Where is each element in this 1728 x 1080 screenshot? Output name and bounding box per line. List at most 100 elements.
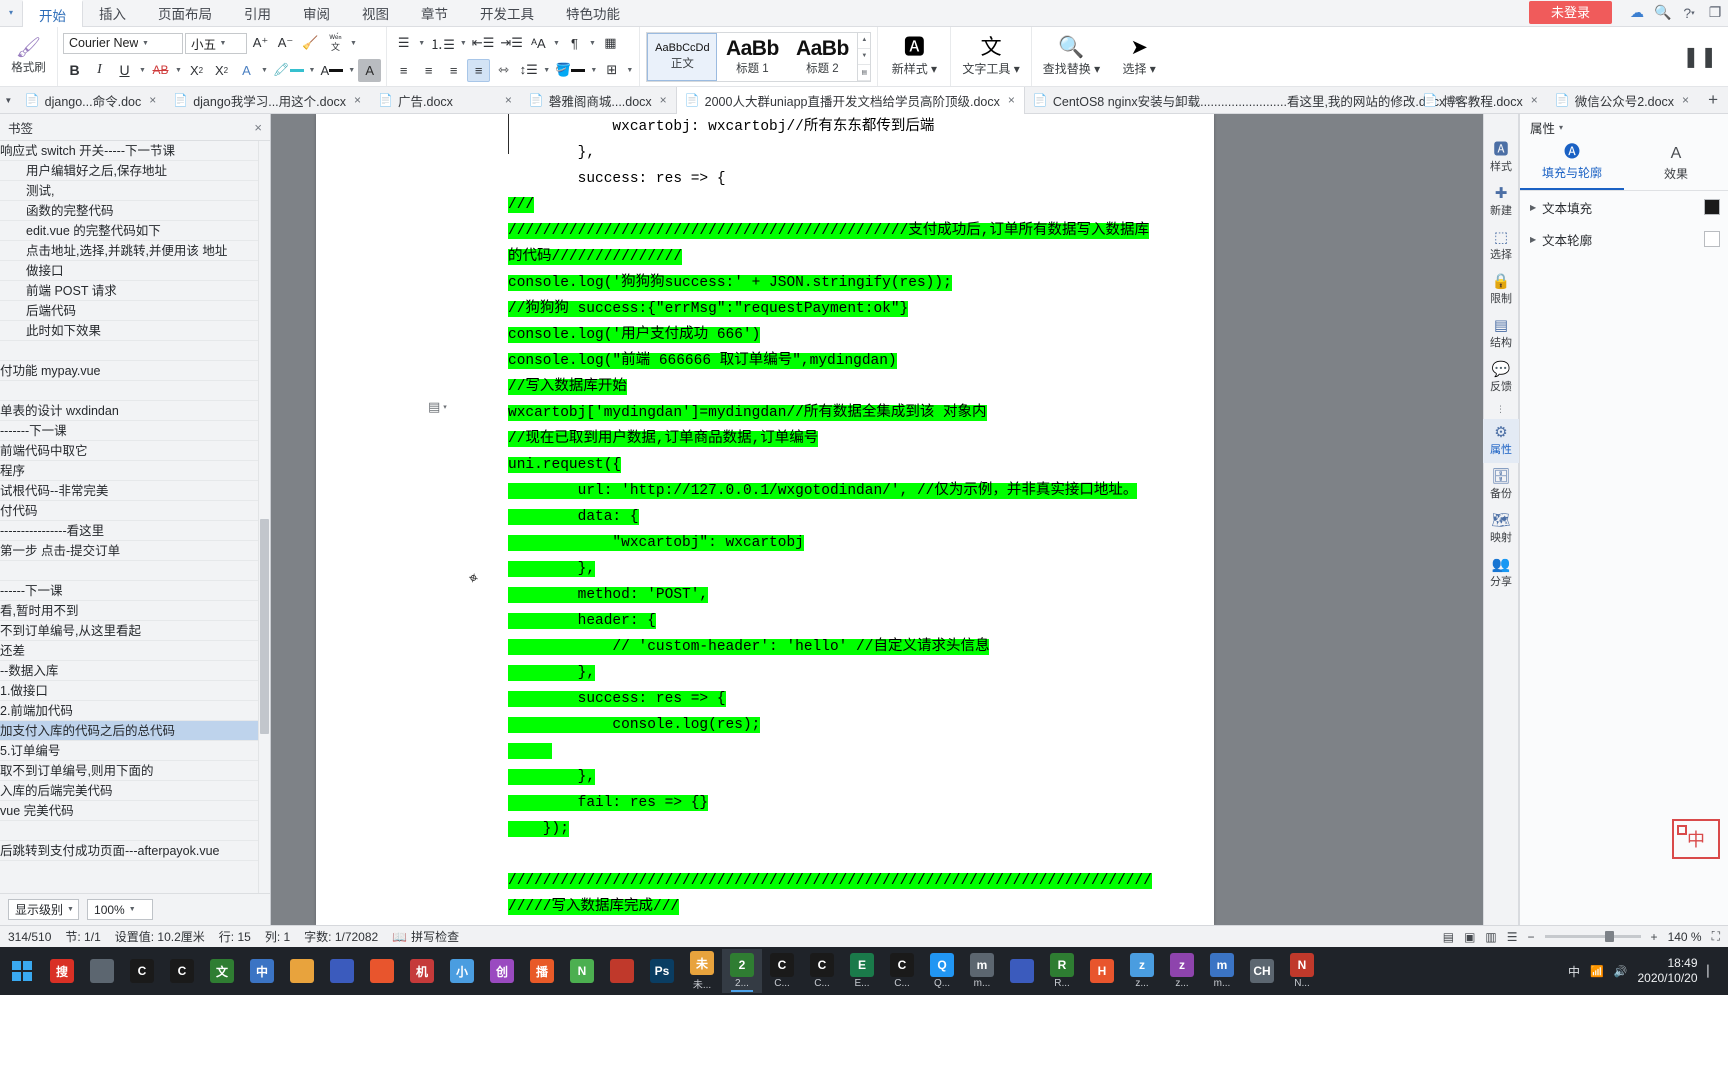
document-line[interactable] xyxy=(508,738,1228,764)
taskbar-button-ime-ch[interactable]: CH xyxy=(1242,949,1282,993)
document-line[interactable]: wxcartobj['mydingdan']=mydingdan//所有数据全集… xyxy=(508,400,1228,426)
gallery-scroll-down-icon[interactable]: ▼ xyxy=(858,49,871,65)
bookmark-item[interactable]: 入库的后端完美代码 xyxy=(0,781,270,801)
paragraph-handle[interactable]: ▤ ▾ xyxy=(428,399,447,415)
select-button[interactable]: ➤ 选择 ▾ xyxy=(1108,30,1170,84)
rail-item-样式[interactable]: 🅰 样式 xyxy=(1483,136,1519,180)
show-desktop-button[interactable]: ▏ xyxy=(1708,965,1716,978)
close-icon[interactable]: × xyxy=(657,93,670,107)
ribbon-tab-references[interactable]: 引用 xyxy=(228,0,287,26)
doc-tab-3[interactable]: 📄 磬雅阁商城....docx × xyxy=(521,87,676,114)
document-line[interactable]: wxcartobj: wxcartobj//所有东东都传到后端 xyxy=(508,114,1228,140)
chevron-down-icon[interactable]: ▼ xyxy=(347,67,356,74)
close-icon[interactable]: × xyxy=(1005,93,1018,107)
taskbar-button-vscode[interactable] xyxy=(322,949,362,993)
document-line[interactable]: /////写入数据库完成/// xyxy=(508,894,1228,920)
taskbar-button-app-h[interactable]: H xyxy=(1082,949,1122,993)
chevron-down-icon[interactable]: ▼ xyxy=(552,40,561,47)
bookmark-item[interactable]: vue 完美代码 xyxy=(0,801,270,821)
close-icon[interactable]: × xyxy=(1679,93,1692,107)
taskbar-button-tiles[interactable] xyxy=(362,949,402,993)
zoom-out-button[interactable]: − xyxy=(1528,930,1535,944)
taskbar-button-cmd-3[interactable]: C C... xyxy=(882,949,922,993)
bookmark-item[interactable]: 还差 xyxy=(0,641,270,661)
italic-button[interactable]: I xyxy=(88,59,111,82)
borders-grid-icon[interactable]: ▦ xyxy=(599,32,622,55)
row-text-fill[interactable]: ▶ 文本填充 xyxy=(1520,191,1728,223)
taskbar-button-app-z[interactable]: z z... xyxy=(1122,949,1162,993)
taskbar-button-terminal2[interactable]: C xyxy=(162,949,202,993)
taskbar-button-photoshop[interactable]: Ps xyxy=(642,949,682,993)
text-fill-swatch[interactable] xyxy=(1704,199,1720,215)
bookmark-item[interactable]: 后跳转到支付成功页面---afterpayok.vue xyxy=(0,841,270,861)
bookmark-item[interactable]: 付功能 mypay.vue xyxy=(0,361,270,381)
style-normal[interactable]: AaBbCcDd 正文 xyxy=(647,32,718,81)
taskbar-button-app-ji[interactable]: 机 xyxy=(402,949,442,993)
bookmark-item[interactable]: 前端 POST 请求 xyxy=(0,281,270,301)
document-line[interactable]: }, xyxy=(508,660,1228,686)
close-icon[interactable]: × xyxy=(1528,93,1541,107)
rail-item-反馈[interactable]: 💬 反馈 xyxy=(1483,356,1519,400)
document-line[interactable]: method: 'POST', xyxy=(508,582,1228,608)
doc-tab-6[interactable]: 📄 博客教程.docx × xyxy=(1415,87,1547,114)
text-effect-icon[interactable]: A xyxy=(235,59,258,82)
chevron-down-icon[interactable]: ▼ xyxy=(349,40,358,47)
document-line[interactable]: data: { xyxy=(508,504,1228,530)
show-marks-icon[interactable]: ¶ xyxy=(563,32,586,55)
taskbar-button-cmd-1[interactable]: C C... xyxy=(762,949,802,993)
document-line[interactable]: }, xyxy=(508,140,1228,166)
bookmark-item[interactable]: 函数的完整代码 xyxy=(0,201,270,221)
bookmark-item[interactable] xyxy=(0,341,270,361)
start-button[interactable] xyxy=(2,947,42,995)
document-line[interactable]: console.log('狗狗狗success:' + JSON.stringi… xyxy=(508,270,1228,296)
ribbon-collapse-icon[interactable]: ▾ xyxy=(0,0,22,26)
document-line[interactable]: 的代码/////////////// xyxy=(508,244,1228,270)
align-justify-icon[interactable]: ≡ xyxy=(467,58,491,82)
bookmark-item[interactable]: 测试, xyxy=(0,181,270,201)
document-text[interactable]: wxcartobj: wxcartobj//所有东东都传到后端 }, succe… xyxy=(508,114,1228,920)
bookmark-item[interactable]: 做接口 xyxy=(0,261,270,281)
search-icon[interactable]: 🔍 xyxy=(1650,0,1676,26)
new-document-button[interactable]: + xyxy=(1698,90,1728,110)
bookmark-item[interactable]: 用户编辑好之后,保存地址 xyxy=(0,161,270,181)
close-icon[interactable]: × xyxy=(502,93,515,107)
cloud-icon[interactable]: ☁ xyxy=(1624,0,1650,26)
style-heading-2[interactable]: AaBb 标题 2 xyxy=(787,32,858,81)
gallery-scroll-up-icon[interactable]: ▲ xyxy=(858,33,871,49)
document-line[interactable]: success: res => { xyxy=(508,166,1228,192)
decrease-indent-icon[interactable]: ⇤☰ xyxy=(470,32,497,55)
font-size-combo[interactable]: 小五 ▼ xyxy=(185,32,247,54)
text-outline-swatch[interactable] xyxy=(1704,231,1720,247)
close-icon[interactable]: × xyxy=(351,93,364,107)
rail-item-结构[interactable]: ▤ 结构 xyxy=(1483,312,1519,356)
restore-window-icon[interactable]: ❐ xyxy=(1702,0,1728,26)
new-style-button[interactable]: 🅰 新样式 ▾ xyxy=(883,30,945,84)
bookmark-item[interactable]: ------下一课 xyxy=(0,581,270,601)
rail-item-分享[interactable]: 👥 分享 xyxy=(1483,551,1519,595)
align-left-icon[interactable]: ≡ xyxy=(392,59,415,82)
bookmark-scrollbar[interactable] xyxy=(258,141,270,893)
taskbar-button-app-xiao[interactable]: 小 xyxy=(442,949,482,993)
bookmark-item[interactable]: 加支付入库的代码之后的总代码 xyxy=(0,721,270,741)
bookmark-item[interactable]: 响应式 switch 开关-----下一节课 xyxy=(0,141,270,161)
status-spell-check[interactable]: 📖 拼写检查 xyxy=(392,928,459,945)
row-text-outline[interactable]: ▶ 文本轮廓 xyxy=(1520,223,1728,255)
taskbar-button-app-red[interactable] xyxy=(602,949,642,993)
taskbar-button-folder[interactable] xyxy=(282,949,322,993)
bookmark-item[interactable] xyxy=(0,561,270,581)
taskbar-button-terminal[interactable]: C xyxy=(122,949,162,993)
taskbar-button-cmd-2[interactable]: C C... xyxy=(802,949,842,993)
chevron-down-icon[interactable]: ▼ xyxy=(542,67,551,74)
display-level-select[interactable]: 显示级别 ▼ xyxy=(8,899,80,920)
chevron-down-icon[interactable]: ▾ xyxy=(1559,123,1563,132)
taskbar-button-app-z2[interactable]: z z... xyxy=(1162,949,1202,993)
pane-zoom-select[interactable]: 100% ▼ xyxy=(87,899,154,920)
style-heading-1[interactable]: AaBb 标题 1 xyxy=(717,32,788,81)
chevron-down-icon[interactable]: ▼ xyxy=(308,67,317,74)
text-tools-button[interactable]: 文 文字工具 ▾ xyxy=(956,30,1025,84)
document-line[interactable]: url: 'http://127.0.0.1/wxgotodindan/', /… xyxy=(508,478,1228,504)
rail-item-属性[interactable]: ⚙ 属性 xyxy=(1483,419,1519,463)
document-line[interactable]: ////////////////////////////////////////… xyxy=(508,218,1228,244)
rail-item-限制[interactable]: 🔒 限制 xyxy=(1483,268,1519,312)
increase-indent-icon[interactable]: ⇥☰ xyxy=(498,32,525,55)
